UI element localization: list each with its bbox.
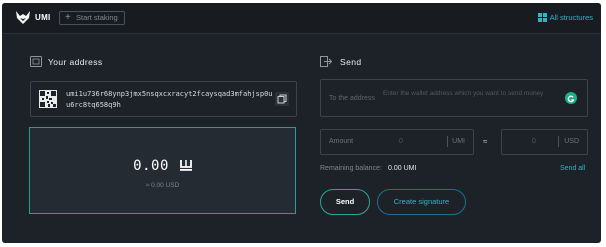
amount-separator xyxy=(447,136,448,147)
address-box: umi1u736r68ynp3jmx5nsqxcxracyt2fcaysqad3… xyxy=(30,81,297,117)
wallet-icon xyxy=(30,56,42,67)
grammarly-icon[interactable] xyxy=(565,92,577,104)
all-structures-label: All structures xyxy=(549,13,593,22)
amount-unit-umi: UMI xyxy=(452,138,465,145)
plus-icon: + xyxy=(65,12,71,23)
balance-value: 0.00 xyxy=(133,158,169,174)
to-address-field[interactable]: To the address xyxy=(320,79,588,117)
wallet-address-text: umi1u736r68ynp3jmx5nsqxcxracyt2fcaysqad3… xyxy=(66,90,273,109)
remaining-balance-value: 0.00 UMI xyxy=(388,165,417,172)
to-address-label: To the address xyxy=(329,95,375,102)
create-signature-button[interactable]: Create signature xyxy=(377,189,466,215)
balance-card: 0.00 ≈ 0.00 USD xyxy=(29,127,296,214)
brand-name: UMI xyxy=(35,13,51,22)
send-button[interactable]: Send xyxy=(320,189,370,215)
send-arrow-icon xyxy=(320,56,332,67)
remaining-balance-label: Remaining balance: xyxy=(320,165,382,172)
amount-umi-input[interactable]: 0 xyxy=(399,138,403,145)
amount-umi-field[interactable]: Amount 0 UMI xyxy=(320,129,474,155)
top-bar: UMI + Start staking All structures xyxy=(2,3,601,34)
send-all-link[interactable]: Send all xyxy=(560,165,585,172)
umi-fox-logo-icon[interactable] xyxy=(16,11,30,24)
amount-label: Amount xyxy=(329,138,354,145)
copy-address-button[interactable] xyxy=(275,92,289,106)
amount-usd-field[interactable]: 0 USD xyxy=(501,129,588,155)
balance-amount: 0.00 xyxy=(30,158,295,174)
amount-usd-input[interactable]: 0 xyxy=(532,138,536,145)
wallet-app: UMI + Start staking All structures Your … xyxy=(2,3,601,243)
amount-unit-usd: USD xyxy=(564,138,579,145)
send-title: Send xyxy=(340,57,362,67)
balance-usd: ≈ 0.00 USD xyxy=(145,182,180,189)
to-address-input[interactable] xyxy=(383,87,561,99)
umi-currency-icon xyxy=(179,160,192,171)
grid-icon xyxy=(537,13,547,22)
your-address-title: Your address xyxy=(48,57,103,67)
qr-code-icon[interactable] xyxy=(39,90,57,108)
copy-icon xyxy=(277,94,287,104)
all-structures-link[interactable]: All structures xyxy=(537,13,593,22)
approx-symbol: ≈ xyxy=(483,137,488,146)
start-staking-label: Start staking xyxy=(76,13,118,22)
usd-separator xyxy=(558,136,559,147)
start-staking-tab[interactable]: + Start staking xyxy=(59,11,125,25)
